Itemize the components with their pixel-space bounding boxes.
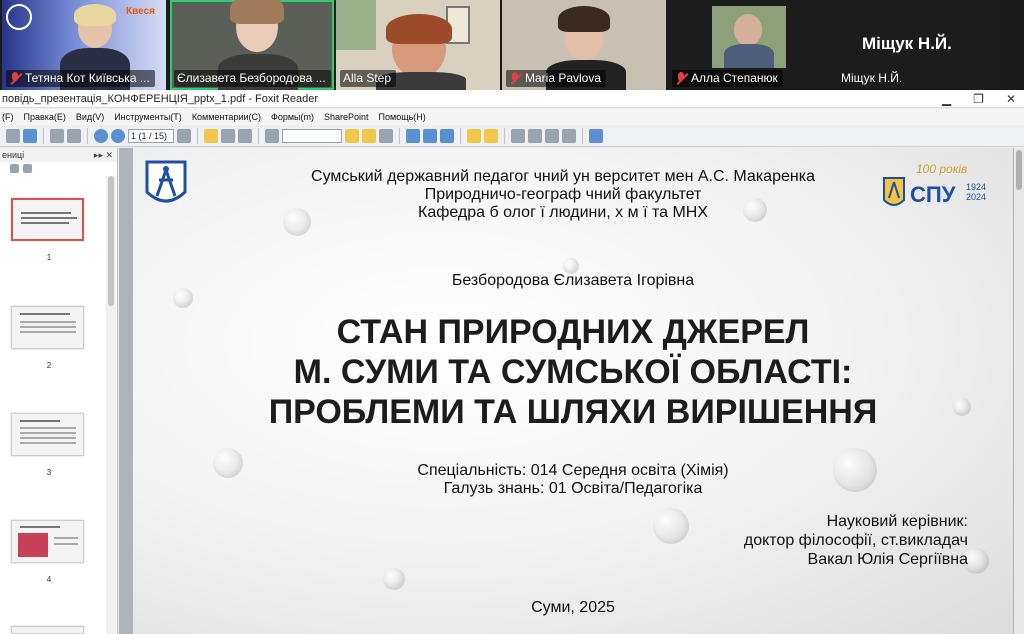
slide-title-line-1: СТАН ПРИРОДНИХ ДЖЕРЕЛ xyxy=(336,313,810,351)
page-thumbnail[interactable] xyxy=(11,198,84,241)
participant-name-2: Єлизавета Безбородова ... xyxy=(174,70,331,87)
mic-muted-icon xyxy=(509,72,521,85)
menu-comments[interactable]: Комментарии(C) xyxy=(192,112,261,122)
menu-bar: (F) Правка(E) Вид(V) Инструменты(T) Комм… xyxy=(0,109,1024,125)
page-thumbnail-number: 1 xyxy=(46,253,52,262)
page-thumbnail-number: 2 xyxy=(46,361,52,370)
pages-panel-header: ениці ▸▸ ✕ xyxy=(0,148,117,162)
menu-forms[interactable]: Формы(m) xyxy=(271,112,314,122)
page-thumbnail[interactable] xyxy=(11,626,84,634)
find-icon[interactable] xyxy=(265,128,279,143)
panel-options-icon[interactable] xyxy=(10,163,19,173)
menu-edit[interactable]: Правка(E) xyxy=(24,112,66,122)
menu-file[interactable]: (F) xyxy=(2,112,14,122)
foxit-reader-window: повідь_презентація_КОНФЕРЕНЦІЯ_pptx_1.pd… xyxy=(0,90,1024,634)
prev-page-icon[interactable] xyxy=(94,128,108,143)
toolbar: 1 (1 / 15) xyxy=(0,125,1024,147)
participant-name-5: Алла Степанюк xyxy=(672,70,783,87)
participant-name-3: Alla Step xyxy=(340,70,397,87)
page-thumbnail-number: 3 xyxy=(46,468,52,477)
actual-size-icon[interactable] xyxy=(440,128,454,143)
find-next-icon[interactable] xyxy=(362,128,376,143)
bookmark-icon[interactable] xyxy=(379,128,393,143)
pdf-page: 100 років СПУ 1924 2024 Сумський державн… xyxy=(133,148,1013,634)
rotate-icon[interactable] xyxy=(511,128,525,143)
minimize-button[interactable]: ▁ xyxy=(942,90,951,108)
supervisor-name: Вакал Юлія Сергіївна xyxy=(807,551,968,568)
note-icon[interactable] xyxy=(484,128,498,143)
snapshot-icon[interactable] xyxy=(238,128,252,143)
author-name: Безбородова Єлизавета Ігорівна xyxy=(451,272,695,289)
participant-tile-3[interactable]: Alla Step xyxy=(336,0,500,90)
page-thumbnail[interactable] xyxy=(11,306,84,349)
supervisor-title: доктор філософії, ст.викладач xyxy=(743,532,968,549)
last-page-icon[interactable] xyxy=(177,128,191,143)
menu-view[interactable]: Вид(V) xyxy=(76,112,104,122)
fit-width-icon[interactable] xyxy=(423,128,437,143)
page-thumbnail-number: 4 xyxy=(46,575,52,584)
faculty-name: Природничо-географ чний факультет xyxy=(424,186,702,203)
logo-dates-text: 1924 2024 xyxy=(966,182,987,202)
properties-icon[interactable] xyxy=(562,128,576,143)
document-scrollbar[interactable] xyxy=(1014,148,1024,634)
layout-icon[interactable] xyxy=(528,128,542,143)
menu-sharepoint[interactable]: SharePoint xyxy=(324,112,369,122)
open-icon[interactable] xyxy=(6,128,20,143)
supervisor-label: Науковий керівник: xyxy=(826,513,968,530)
window-title: повідь_презентація_КОНФЕРЕНЦІЯ_pptx_1.pd… xyxy=(2,93,319,105)
university-name: Сумський державний педагог чний ун верси… xyxy=(311,168,815,185)
participant-tile-2[interactable]: Єлизавета Безбородова ... xyxy=(170,0,334,90)
participant-tile-4[interactable]: Maria Pavlova xyxy=(502,0,666,90)
participant-strip: Квеся Тетяна Кот Київська ... Єлизавета … xyxy=(0,0,1024,90)
find-prev-icon[interactable] xyxy=(345,128,359,143)
university-emblem-icon xyxy=(145,160,187,210)
city-year-text: Суми, 2025 xyxy=(531,599,615,616)
window-titlebar: повідь_презентація_КОНФЕРЕНЦІЯ_pptx_1.pd… xyxy=(0,90,1024,108)
field-of-knowledge-text: Галузь знань: 01 Освіта/Педагогіка xyxy=(443,480,703,497)
pages-panel-tools xyxy=(0,162,117,174)
close-button[interactable]: ✕ xyxy=(1006,90,1016,108)
crop-icon[interactable] xyxy=(545,128,559,143)
menu-tools[interactable]: Инструменты(T) xyxy=(114,112,182,122)
print-icon[interactable] xyxy=(50,128,64,143)
save-icon[interactable] xyxy=(23,128,37,143)
document-view: 100 років СПУ 1924 2024 Сумський державн… xyxy=(119,148,1024,634)
participant-name-6: Міщук Н.Й. xyxy=(841,71,903,85)
department-name: Кафедра б олог ї людини, х м ї та МНХ xyxy=(418,204,708,221)
pages-panel-title: ениці xyxy=(2,150,25,160)
participant-name-1: Тетяна Кот Київська ... xyxy=(6,70,155,87)
pages-panel-scrollbar[interactable] xyxy=(106,176,116,634)
select-text-icon[interactable] xyxy=(221,128,235,143)
logo-icon xyxy=(6,4,32,30)
specialty-text: Спеціальність: 014 Середня освіта (Хімія… xyxy=(417,462,729,479)
menu-help[interactable]: Помощь(H) xyxy=(379,112,426,122)
participant-tile-1[interactable]: Квеся Тетяна Кот Київська ... xyxy=(2,0,166,90)
logo-years-text: 100 років xyxy=(916,162,968,176)
mic-muted-icon xyxy=(675,72,687,85)
next-page-icon[interactable] xyxy=(111,128,125,143)
slide-title-line-3: ПРОБЛЕМИ ТА ШЛЯХИ ВИРІШЕННЯ xyxy=(268,393,878,431)
spu-100-years-logo: 100 років СПУ 1924 2024 xyxy=(880,160,995,220)
logo-text: Квеся xyxy=(126,6,155,17)
pages-panel: ениці ▸▸ ✕ 1 2 3 4 xyxy=(0,148,118,634)
participant-name-4: Maria Pavlova xyxy=(506,70,607,87)
panel-zoom-icon[interactable] xyxy=(23,163,32,173)
email-icon[interactable] xyxy=(67,128,81,143)
participant-big-name: Міщук Н.Й. xyxy=(862,34,952,53)
restore-button[interactable]: ❐ xyxy=(973,90,984,108)
page-thumbnail[interactable] xyxy=(11,520,84,563)
participant-tile-5[interactable]: Алла Степанюк xyxy=(668,0,832,90)
page-number-input[interactable]: 1 (1 / 15) xyxy=(128,128,174,143)
text-tool-icon[interactable] xyxy=(467,128,481,143)
slide-title-line-2: М. СУМИ ТА СУМСЬКОЇ ОБЛАСТІ: xyxy=(293,353,853,391)
hand-tool-icon[interactable] xyxy=(204,128,218,143)
panel-collapse-icon[interactable]: ▸▸ ✕ xyxy=(94,148,113,162)
share-icon[interactable] xyxy=(589,128,603,143)
participant-tile-6[interactable]: Міщук Н.Й. Міщук Н.Й. xyxy=(834,0,998,90)
fit-page-icon[interactable] xyxy=(406,128,420,143)
page-thumbnail[interactable] xyxy=(11,413,84,456)
find-input[interactable] xyxy=(282,128,342,143)
logo-spu-text: СПУ xyxy=(910,182,956,207)
mic-muted-icon xyxy=(9,72,21,85)
